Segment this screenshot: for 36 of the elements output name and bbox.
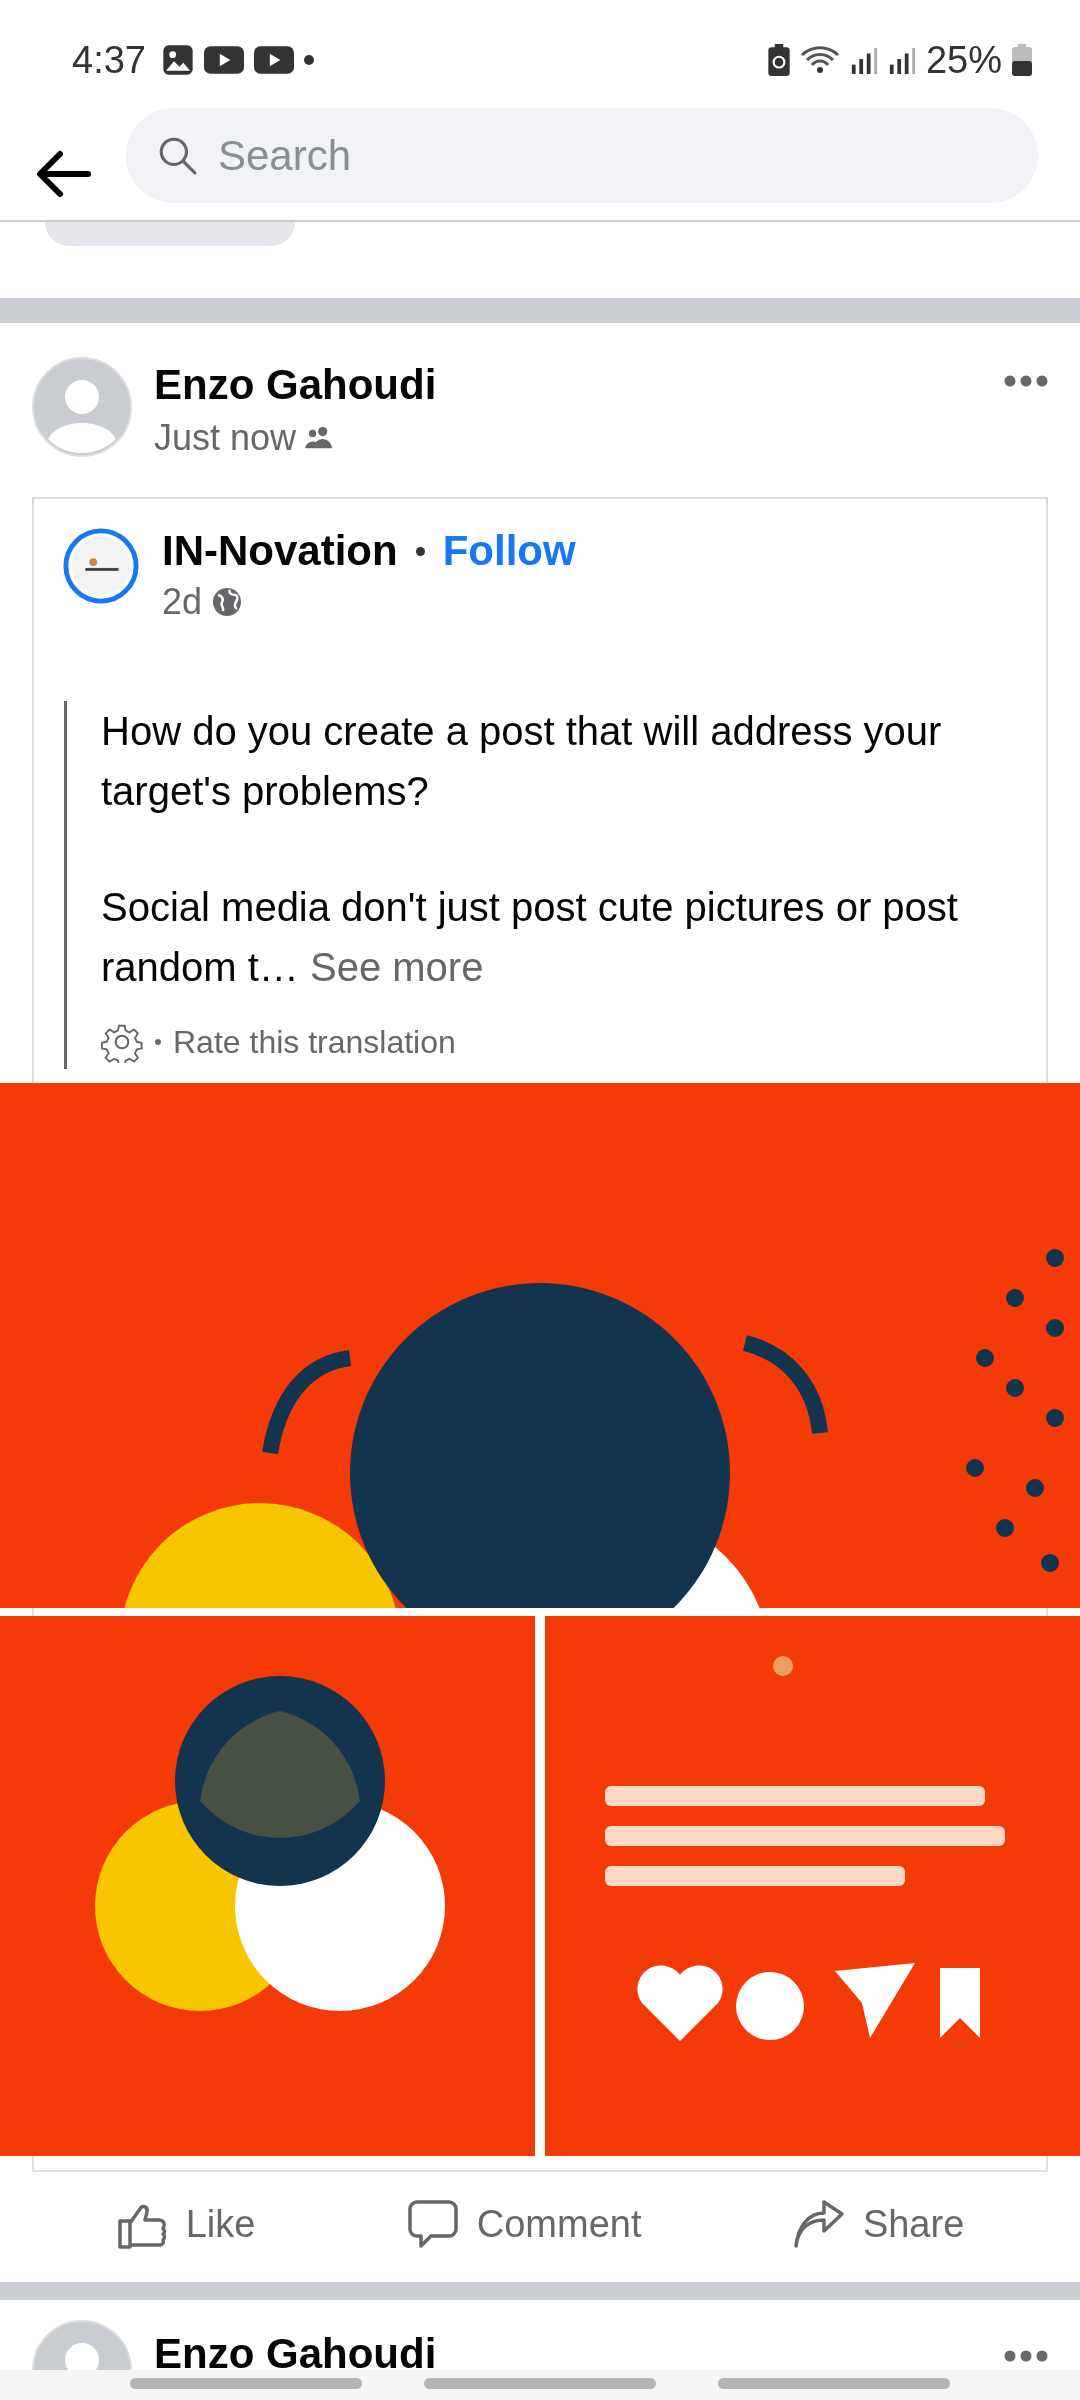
signal-icon — [887, 46, 916, 74]
comment-button[interactable]: Comment — [406, 2199, 642, 2249]
search-field[interactable]: Search — [126, 108, 1038, 203]
page-name[interactable]: IN-Novation — [162, 527, 398, 575]
follow-link[interactable]: Follow — [442, 527, 576, 575]
more-options-icon[interactable] — [1004, 375, 1048, 387]
friends-icon — [304, 426, 335, 450]
avatar-icon — [32, 357, 132, 457]
video-icon — [203, 46, 244, 74]
post-time: 2d — [162, 581, 203, 623]
page-logo-icon — [62, 527, 140, 605]
wifi-icon — [799, 45, 840, 75]
share-button[interactable]: Share — [792, 2199, 965, 2249]
status-time: 4:37 — [72, 38, 146, 82]
rate-translation-link[interactable]: Rate this translation — [173, 1023, 456, 1061]
globe-icon — [212, 587, 243, 617]
dot-icon — [303, 55, 314, 65]
share-icon — [792, 2199, 845, 2249]
comment-icon — [406, 2199, 459, 2249]
see-more-link[interactable]: See more — [310, 945, 484, 989]
post-text: How do you create a post that will address your target's problems? — [101, 708, 943, 815]
gallery-icon — [161, 44, 194, 76]
post-time: Just now — [154, 417, 297, 459]
author-name[interactable]: Enzo Gahoudi — [154, 2330, 437, 2370]
signal-icon — [849, 46, 878, 74]
separator-dot — [155, 1039, 161, 1045]
battery-saver-icon — [767, 44, 790, 76]
battery-icon — [1012, 44, 1032, 76]
like-button[interactable]: Like — [115, 2199, 256, 2249]
video-icon — [253, 46, 294, 74]
separator-dot — [415, 546, 425, 556]
back-arrow-icon[interactable] — [36, 150, 92, 198]
author-name[interactable]: Enzo Gahoudi — [154, 361, 982, 409]
more-options-icon[interactable] — [1004, 2350, 1048, 2362]
battery-percent: 25% — [925, 38, 1002, 82]
post-text: Social media don't just post cute pictures or post random t… See more — [101, 884, 959, 991]
